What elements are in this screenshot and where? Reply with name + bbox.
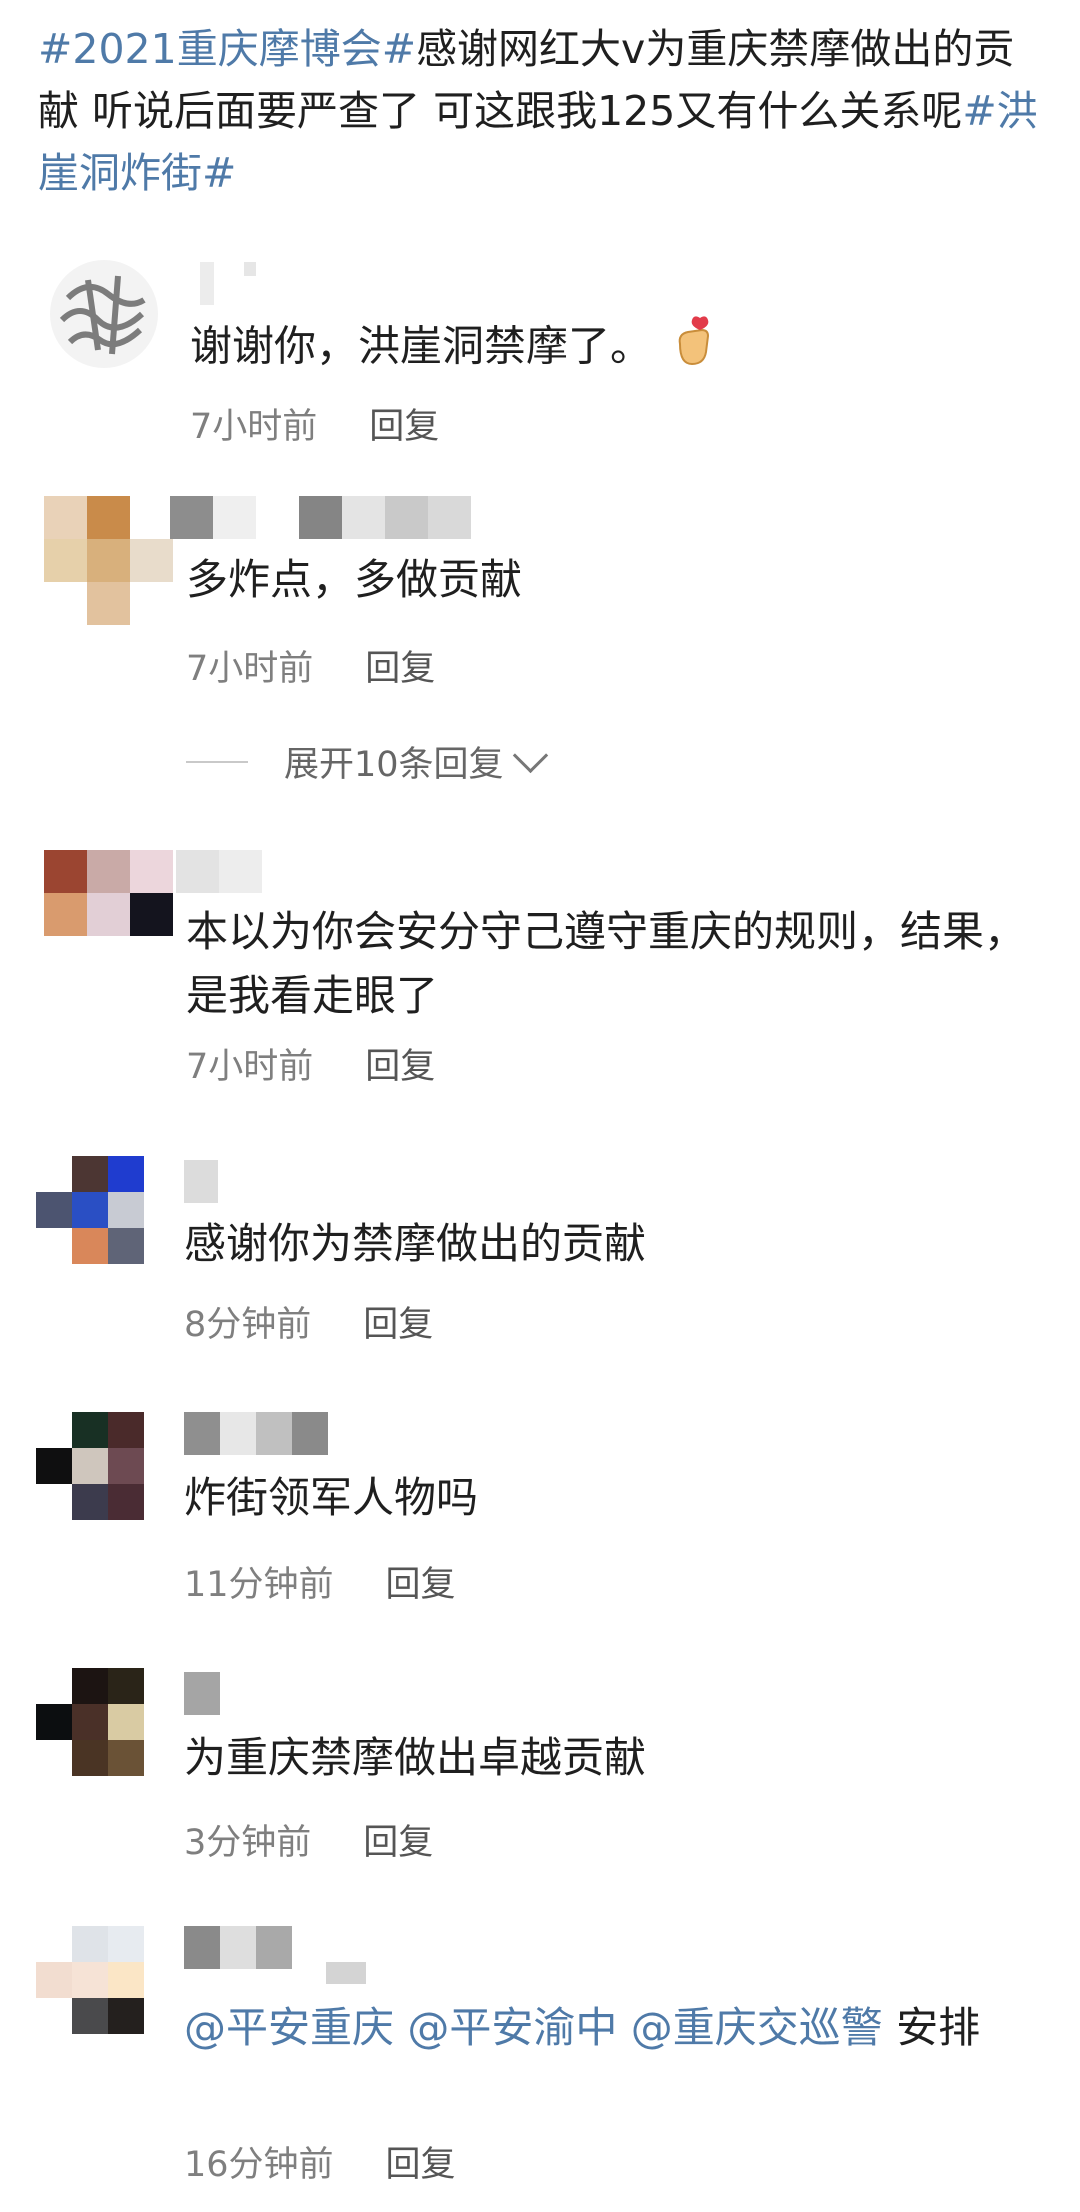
comment-text: 谢谢你，洪崖洞禁摩了。 <box>190 314 1060 384</box>
comment-time: 11分钟前 <box>184 1565 334 1605</box>
hashtag-link[interactable]: #2021重庆摩博会# <box>38 25 416 73</box>
comment-text: 炸街领军人物吗 <box>184 1473 479 1522</box>
expand-replies-button[interactable]: 展开10条回复 <box>186 736 548 787</box>
avatar[interactable] <box>36 1668 144 1776</box>
comment-meta: 8分钟前 回复 <box>184 1296 433 1347</box>
comment-meta: 3分钟前 回复 <box>184 1814 433 1865</box>
avatar[interactable] <box>36 1156 144 1264</box>
username-redacted[interactable] <box>184 1926 292 1969</box>
reply-button[interactable]: 回复 <box>363 1305 433 1345</box>
avatar[interactable] <box>44 496 173 625</box>
comment-text: 多炸点，多做贡献 <box>186 555 523 604</box>
post-text: #2021重庆摩博会#感谢网红大v为重庆禁摩做出的贡献 听说后面要严查了 可这跟… <box>38 18 1048 204</box>
comment-text: 为重庆禁摩做出卓越贡献 <box>184 1733 647 1782</box>
divider-line <box>186 760 248 763</box>
comment-meta: 16分钟前 回复 <box>184 2136 456 2187</box>
reply-button[interactable]: 回复 <box>363 1823 433 1863</box>
comment-meta: 7小时前 回复 <box>186 1038 435 1089</box>
username-redacted-fragment <box>326 1962 366 1984</box>
avatar[interactable] <box>36 1926 144 2034</box>
mention-link[interactable]: @平安渝中 <box>407 2003 617 2052</box>
reply-button[interactable]: 回复 <box>386 1565 456 1605</box>
comment-body: 安排 <box>896 2003 981 2052</box>
username-redacted[interactable] <box>184 1412 328 1455</box>
avatar[interactable] <box>44 850 173 936</box>
reply-button[interactable]: 回复 <box>365 1047 435 1087</box>
avatar[interactable] <box>36 1412 144 1520</box>
finger-heart-icon <box>670 314 716 384</box>
username-redacted[interactable] <box>184 1160 218 1203</box>
chevron-down-icon <box>512 737 548 774</box>
avatar[interactable] <box>48 258 160 370</box>
username-redacted[interactable] <box>170 496 471 539</box>
username-redacted[interactable] <box>176 850 262 893</box>
comment-time: 7小时前 <box>186 649 314 689</box>
reply-button[interactable]: 回复 <box>386 2145 456 2185</box>
comment-time: 3分钟前 <box>184 1823 312 1863</box>
username-redacted[interactable] <box>184 1672 220 1715</box>
reply-button[interactable]: 回复 <box>365 649 435 689</box>
comment-time: 7小时前 <box>186 1047 314 1087</box>
comment-meta: 7小时前 回复 <box>186 640 435 691</box>
comment-meta: 7小时前 回复 <box>190 398 439 449</box>
mention-link[interactable]: @重庆交巡警 <box>631 2003 883 2052</box>
mention-link[interactable]: @平安重庆 <box>184 2003 394 2052</box>
expand-replies-label: 展开10条回复 <box>284 745 504 785</box>
comment-time: 8分钟前 <box>184 1305 312 1345</box>
reply-button[interactable]: 回复 <box>369 407 439 447</box>
username-redacted[interactable] <box>200 262 256 305</box>
comment-time: 7小时前 <box>190 407 318 447</box>
comment-time: 16分钟前 <box>184 2145 334 2185</box>
comment-text: 本以为你会安分守己遵守重庆的规则，结果，是我看走眼了 <box>186 907 1027 1020</box>
comment-text: 感谢你为禁摩做出的贡献 <box>184 1219 647 1268</box>
comment-text: @平安重庆 @平安渝中 @重庆交巡警 安排 <box>184 1996 1054 2060</box>
comment-meta: 11分钟前 回复 <box>184 1556 456 1607</box>
